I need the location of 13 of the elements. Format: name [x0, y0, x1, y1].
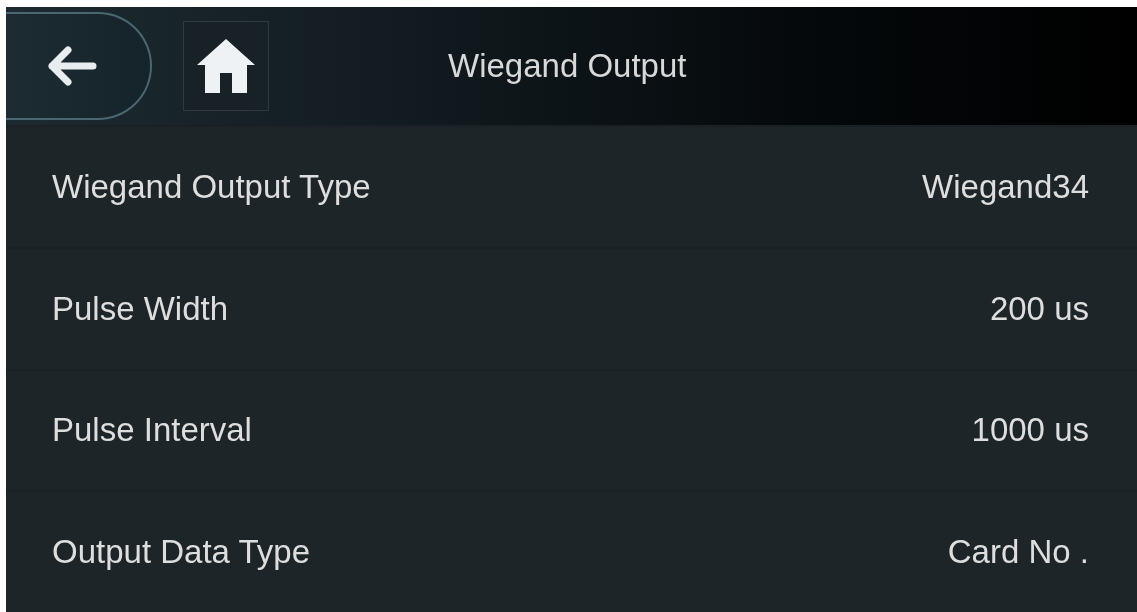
setting-value: 1000 us — [971, 411, 1089, 450]
screen-title: Wiegand Output — [448, 47, 687, 85]
setting-label: Output Data Type — [52, 533, 311, 572]
home-button[interactable] — [183, 21, 269, 111]
home-icon — [195, 37, 257, 95]
setting-label: Pulse Interval — [52, 411, 252, 450]
setting-value: Card No . — [947, 533, 1089, 572]
setting-label: Wiegand Output Type — [52, 167, 371, 206]
setting-value: Wiegand34 — [922, 167, 1089, 206]
setting-label: Pulse Width — [52, 289, 229, 328]
setting-value: 200 us — [989, 289, 1089, 328]
back-arrow-icon — [47, 46, 97, 86]
back-button[interactable] — [6, 12, 152, 120]
